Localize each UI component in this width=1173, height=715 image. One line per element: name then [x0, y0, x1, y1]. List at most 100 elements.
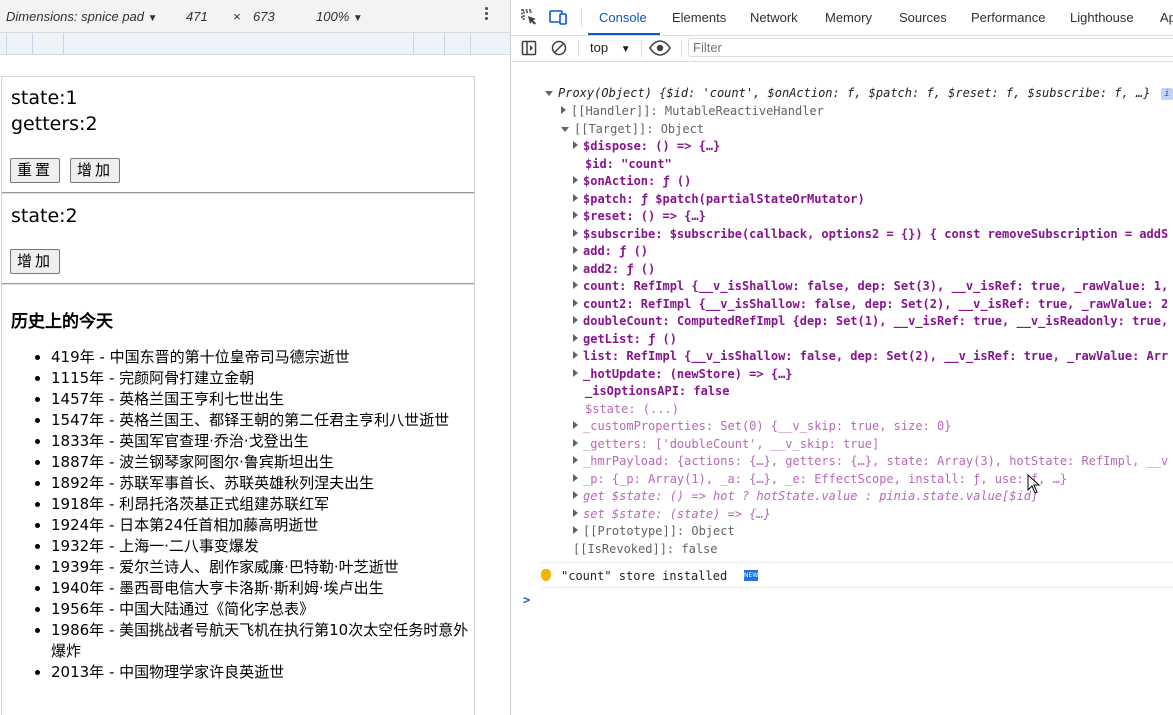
- clear-console-icon[interactable]: [551, 40, 567, 56]
- pineapple-icon: [541, 569, 551, 581]
- inspect-element-icon[interactable]: [520, 8, 538, 26]
- list-item: 1887年 - 波兰钢琴家阿图尔·鲁宾斯坦出生: [51, 452, 474, 473]
- zoom-label: 100%: [316, 9, 350, 24]
- console-prop-state[interactable]: $state: (...): [585, 401, 679, 418]
- expand-triangle-icon[interactable]: [561, 127, 569, 132]
- height-field[interactable]: 673: [253, 9, 275, 24]
- expand-triangle-icon[interactable]: [573, 474, 578, 482]
- expand-triangle-icon[interactable]: [545, 91, 553, 96]
- state-text-2: state:2: [11, 205, 78, 227]
- device-toggle-icon[interactable]: [549, 8, 567, 26]
- reset-button[interactable]: 重置: [10, 158, 61, 183]
- history-title: 历史上的今天: [11, 312, 113, 332]
- console-prop-set-state[interactable]: set $state: (state) => {…}: [573, 506, 771, 523]
- expand-triangle-icon[interactable]: [573, 491, 578, 499]
- console-prop-prototype[interactable]: [[Prototype]]: Object: [573, 523, 735, 540]
- tab-memory[interactable]: Memory: [825, 10, 872, 25]
- console-prop-target[interactable]: [[Target]]: Object: [561, 121, 704, 138]
- tab-network[interactable]: Network: [750, 10, 798, 25]
- console-prop-doublecount[interactable]: doubleCount: ComputedRefImpl {dep: Set(1…: [573, 313, 1168, 330]
- expand-triangle-icon[interactable]: [573, 281, 578, 289]
- device-toolbar: Dimensions: spnice pad ▼ 471 × 673 100% …: [0, 0, 510, 33]
- console-prop-getlist[interactable]: getList: ƒ (): [573, 331, 677, 348]
- expand-triangle-icon[interactable]: [573, 456, 578, 464]
- live-expression-eye-icon[interactable]: [649, 39, 671, 57]
- state-text-1: state:1: [11, 87, 78, 109]
- console-prop-count2[interactable]: count2: RefImpl {__v_isShallow: false, d…: [573, 296, 1168, 313]
- expand-triangle-icon[interactable]: [573, 334, 578, 342]
- mouse-cursor-icon: [1027, 474, 1041, 494]
- devtools-panel: Console Elements Network Memory Sources …: [511, 0, 1173, 715]
- expand-triangle-icon[interactable]: [573, 176, 578, 184]
- console-prop-handler[interactable]: [[Handler]]: MutableReactiveHandler: [561, 103, 824, 120]
- console-prop-customproperties[interactable]: _customProperties: Set(0) {__v_skip: tru…: [573, 418, 951, 435]
- expand-triangle-icon[interactable]: [573, 369, 578, 377]
- list-item: 1956年 - 中国大陆通过《简化字总表》: [51, 599, 474, 620]
- expand-triangle-icon[interactable]: [573, 211, 578, 219]
- tab-lighthouse[interactable]: Lighthouse: [1070, 10, 1134, 25]
- new-badge-icon: NEW: [744, 570, 759, 581]
- add-button-2[interactable]: 增加: [10, 249, 61, 274]
- list-item: 2013年 - 中国物理学家许良英逝世: [51, 662, 474, 683]
- chevron-down-icon: ▼: [352, 13, 363, 24]
- dimensions-dropdown[interactable]: Dimensions: spnice pad ▼: [6, 9, 158, 24]
- console-prop-reset[interactable]: $reset: () => {…}: [573, 208, 706, 225]
- expand-triangle-icon[interactable]: [573, 141, 578, 149]
- console-prop-hotupdate[interactable]: _hotUpdate: (newStore) => {…}: [573, 366, 793, 383]
- tab-more[interactable]: Ap: [1160, 10, 1173, 25]
- console-object-header[interactable]: Proxy(Object) {$id: 'count', $onAction: …: [545, 85, 1150, 102]
- context-selector[interactable]: top ▼: [590, 40, 631, 55]
- expand-triangle-icon[interactable]: [573, 421, 578, 429]
- add-button[interactable]: 增加: [70, 158, 121, 183]
- context-label: top: [590, 40, 609, 55]
- tab-console[interactable]: Console: [599, 10, 647, 25]
- width-field[interactable]: 471: [186, 9, 208, 24]
- console-prop-isoptionsapi: _isOptionsAPI: false: [585, 384, 730, 398]
- console-prop-count[interactable]: count: RefImpl {__v_isShallow: false, de…: [573, 278, 1168, 295]
- console-prop-isrevoked: [[IsRevoked]]: false: [573, 542, 718, 556]
- expand-triangle-icon[interactable]: [573, 264, 578, 272]
- console-divider: [541, 587, 1173, 588]
- console-prop-add2[interactable]: add2: ƒ (): [573, 261, 655, 278]
- list-item: 1986年 - 美国挑战者号航天飞机在执行第10次太空任务时意外爆炸: [51, 620, 474, 662]
- tab-performance[interactable]: Performance: [971, 10, 1045, 25]
- console-prop-add[interactable]: add: ƒ (): [573, 243, 648, 260]
- list-item: 1924年 - 日本第24任首相加藤高明逝世: [51, 515, 474, 536]
- dimensions-label: Dimensions: spnice pad: [6, 9, 145, 24]
- more-options-icon[interactable]: [484, 7, 490, 25]
- console-toolbar: top ▼: [511, 36, 1173, 62]
- console-prop-get-state[interactable]: get $state: () => hot ? hotState.value :…: [573, 488, 1038, 505]
- info-badge-icon[interactable]: i: [1161, 88, 1173, 100]
- media-query-ruler[interactable]: [0, 33, 510, 55]
- expand-triangle-icon[interactable]: [573, 526, 578, 534]
- list-item: 1457年 - 英格兰国王亨利七世出生: [51, 389, 474, 410]
- console-prop-getters[interactable]: _getters: ['doubleCount', __v_skip: true…: [573, 436, 879, 453]
- expand-triangle-icon[interactable]: [561, 106, 566, 114]
- devtools-tabbar: Console Elements Network Memory Sources …: [511, 0, 1173, 36]
- active-tab-indicator: [588, 33, 660, 35]
- expand-triangle-icon[interactable]: [573, 439, 578, 447]
- expand-triangle-icon[interactable]: [573, 246, 578, 254]
- tab-sources[interactable]: Sources: [899, 10, 947, 25]
- console-output: Proxy(Object) {$id: 'count', $onAction: …: [511, 62, 1173, 715]
- console-prop-list[interactable]: list: RefImpl {__v_isShallow: false, dep…: [573, 348, 1168, 365]
- expand-triangle-icon[interactable]: [573, 509, 578, 517]
- console-prop-subscribe[interactable]: $subscribe: $subscribe(callback, options…: [573, 226, 1168, 243]
- expand-triangle-icon[interactable]: [573, 194, 578, 202]
- console-prop-hmrpayload[interactable]: _hmrPayload: {actions: {…}, getters: {…}…: [573, 453, 1168, 470]
- expand-triangle-icon[interactable]: [573, 299, 578, 307]
- console-prop-onaction[interactable]: $onAction: ƒ (): [573, 173, 691, 190]
- expand-triangle-icon[interactable]: [573, 229, 578, 237]
- console-prop-patch[interactable]: $patch: ƒ $patch(partialStateOrMutator): [573, 191, 865, 208]
- tab-elements[interactable]: Elements: [672, 10, 726, 25]
- expand-triangle-icon[interactable]: [573, 351, 578, 359]
- filter-input[interactable]: [688, 38, 1173, 57]
- console-prop-p[interactable]: _p: {_p: Array(1), _a: {…}, _e: EffectSc…: [573, 471, 1067, 488]
- sidebar-toggle-icon[interactable]: [521, 40, 537, 56]
- zoom-dropdown[interactable]: 100% ▼: [316, 9, 363, 24]
- console-prompt-icon[interactable]: >: [523, 592, 530, 609]
- console-prop-dispose[interactable]: $dispose: () => {…}: [573, 138, 720, 155]
- history-list: 419年 - 中国东晋的第十位皇帝司马德宗逝世 1115年 - 完颜阿骨打建立金…: [2, 347, 474, 683]
- divider: [2, 283, 474, 285]
- expand-triangle-icon[interactable]: [573, 316, 578, 324]
